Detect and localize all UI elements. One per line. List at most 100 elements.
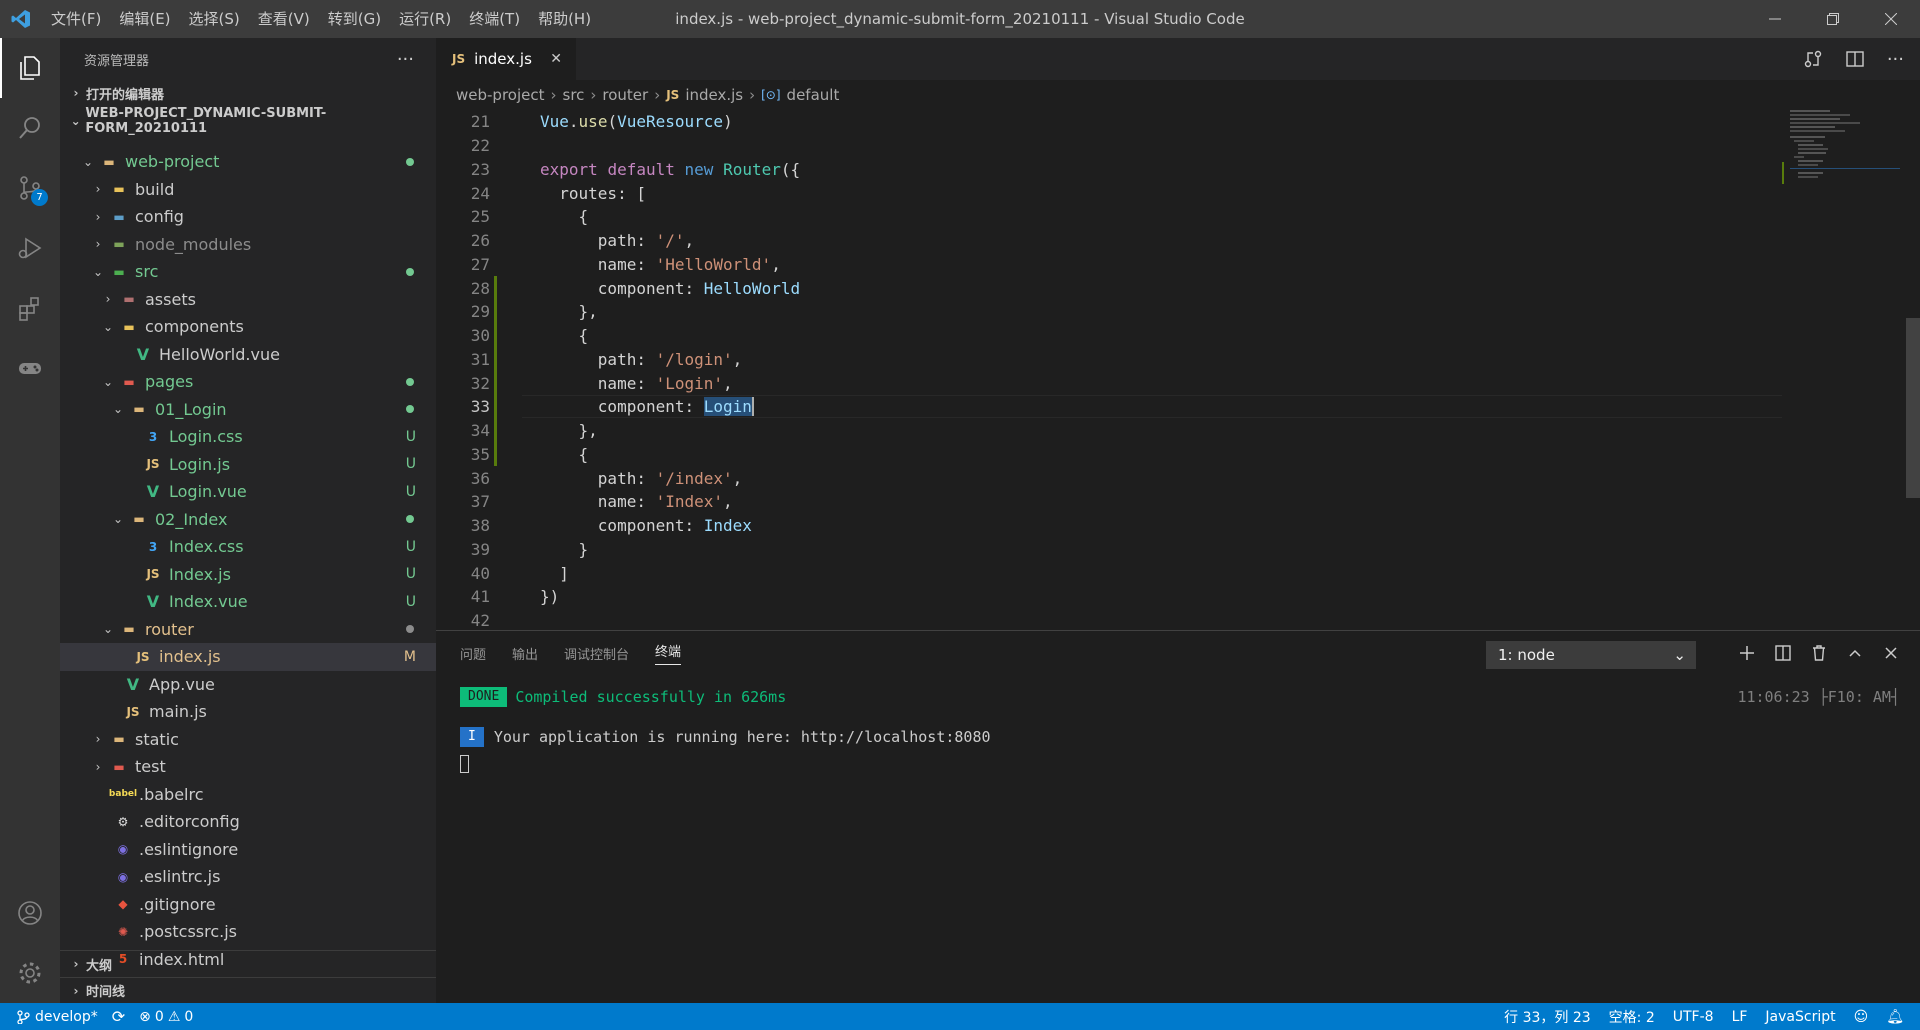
tree-item-build[interactable]: › ▬ build [60,176,436,204]
end-of-line[interactable]: LF [1732,1009,1748,1025]
terminal-output[interactable]: DONE Compiled successfully in 626ms 11:0… [460,681,1900,775]
close-icon[interactable]: ✕ [550,51,562,67]
folder-open-icon: ▬ [133,512,145,527]
close-panel-icon[interactable] [1882,644,1900,662]
tree-item-index-js[interactable]: JS Index.js U [60,561,436,589]
tree-item-02-index[interactable]: ⌄ ▬ 02_Index [60,506,436,534]
timeline-section[interactable]: › 时间线 [60,977,436,1003]
tree-item-pages[interactable]: ⌄ ▬ pages [60,368,436,396]
restore-button[interactable] [1804,0,1862,38]
breadcrumb-item[interactable]: router [602,86,648,104]
line-number: 30 [470,326,490,346]
tab-index-js[interactable]: JS index.js ✕ [436,38,576,80]
project-section[interactable]: ⌄ WEB-PROJECT_DYNAMIC-SUBMIT-FORM_202101… [60,106,436,136]
scrollbar-thumb[interactable] [1906,318,1920,498]
editor-scrollbar[interactable] [1906,110,1920,630]
breadcrumb-item[interactable]: src [563,86,585,104]
tree-item-login-css[interactable]: 3 Login.css U [60,423,436,451]
menu-run[interactable]: 运行(R) [390,0,460,38]
tree-item-editorconfig[interactable]: ⚙ .editorconfig [60,808,436,836]
menu-edit[interactable]: 编辑(E) [110,0,179,38]
remote-game-button[interactable] [0,338,60,398]
tree-item-main-js[interactable]: JS main.js [60,698,436,726]
explorer-button[interactable] [0,38,60,98]
tree-item-gitignore[interactable]: ◆ .gitignore [60,891,436,919]
close-window-button[interactable] [1862,0,1920,38]
menu-help[interactable]: 帮助(H) [529,0,600,38]
untracked-badge: U [405,456,416,473]
breadcrumb-item[interactable]: index.js [685,86,743,104]
encoding[interactable]: UTF-8 [1673,1009,1714,1025]
tab-debug-console[interactable]: 调试控制台 [564,644,629,663]
open-changes-icon[interactable] [1803,49,1823,69]
code-text: path: '/login', [540,349,743,369]
trash-icon[interactable] [1810,644,1828,662]
open-editors-section[interactable]: › 打开的编辑器 [60,80,436,106]
tree-item-static[interactable]: › ▬ static [60,726,436,754]
tree-item-login-js[interactable]: JS Login.js U [60,451,436,479]
minimize-button[interactable] [1746,0,1804,38]
tab-output[interactable]: 输出 [512,644,538,663]
outline-section[interactable]: › 大纲 [60,951,436,977]
language-mode[interactable]: JavaScript [1765,1009,1835,1025]
tree-item-app-vue[interactable]: V App.vue [60,671,436,699]
tree-item-helloworld-vue[interactable]: V HelloWorld.vue [60,341,436,369]
more-actions-icon[interactable]: ··· [1887,49,1904,70]
tree-item-login-vue[interactable]: V Login.vue U [60,478,436,506]
tree-item-babelrc[interactable]: babel .babelrc [60,781,436,809]
chevron-right-icon: › [73,86,79,100]
code-editor[interactable]: 21 Vue.use(VueResource) 22 23 export defau… [436,110,1920,630]
menu-selection[interactable]: 选择(S) [180,0,249,38]
more-actions-icon[interactable]: ··· [397,49,414,70]
tree-item-node-modules[interactable]: › ▬ node_modules [60,231,436,259]
tree-item-router-index-js[interactable]: JS index.js M [60,643,436,671]
tree-item-src[interactable]: ⌄ ▬ src [60,258,436,286]
tree-item-eslintrc-js[interactable]: ◉ .eslintrc.js [60,863,436,891]
code-line: 23 export default new Router({ [436,158,1920,182]
breadcrumb-item[interactable]: default [787,86,840,104]
search-button[interactable] [0,98,60,158]
extensions-button[interactable] [0,278,60,338]
new-terminal-icon[interactable] [1738,644,1756,662]
tree-item-router[interactable]: ⌄ ▬ router [60,616,436,644]
tree-item-01-login[interactable]: ⌄ ▬ 01_Login [60,396,436,424]
tree-item-assets[interactable]: › ▬ assets [60,286,436,314]
tree-item-test[interactable]: › ▬ test [60,753,436,781]
sync-icon[interactable]: ⟳ [112,1007,125,1026]
menu-file[interactable]: 文件(F) [42,0,110,38]
feedback-icon[interactable]: ☺ [1854,1009,1869,1025]
breadcrumb-item[interactable]: web-project [456,86,545,104]
accounts-button[interactable] [0,883,60,943]
folder-open-icon: ▬ [103,154,115,169]
tree-item-postcssrc-js[interactable]: ✺ .postcssrc.js [60,918,436,946]
tree-item-web-project[interactable]: ⌄ ▬ web-project [60,148,436,176]
tree-item-eslintignore[interactable]: ◉ .eslintignore [60,836,436,864]
terminal-select[interactable]: 1: node ⌄ [1486,641,1696,669]
tree-item-config[interactable]: › ▬ config [60,203,436,231]
menu-go[interactable]: 转到(G) [319,0,390,38]
source-control-button[interactable]: 7 [0,158,60,218]
folder-src-icon: ▬ [113,264,125,279]
run-debug-button[interactable] [0,218,60,278]
tree-item-index-css[interactable]: 3 Index.css U [60,533,436,561]
tab-problems[interactable]: 问题 [460,644,486,663]
cursor-position[interactable]: 行 33，列 23 [1504,1007,1591,1027]
tree-item-components[interactable]: ⌄ ▬ components [60,313,436,341]
menu-view[interactable]: 查看(V) [249,0,319,38]
minimap[interactable] [1782,110,1906,230]
code-line: 40 ] [436,561,1920,585]
notifications-bell-icon[interactable]: 🔔︎ [1886,1009,1904,1025]
branch-status[interactable]: develop* [16,1009,98,1025]
split-terminal-icon[interactable] [1774,644,1792,662]
indentation[interactable]: 空格: 2 [1609,1007,1655,1027]
problems-status[interactable]: ⊗ 0 ⚠ 0 [139,1009,193,1025]
tab-terminal[interactable]: 终端 [655,641,682,665]
code-text: Vue.use(VueResource) [540,112,733,132]
menu-terminal[interactable]: 终端(T) [460,0,529,38]
split-editor-icon[interactable] [1845,49,1865,69]
tree-item-index-vue[interactable]: V Index.vue U [60,588,436,616]
maximize-panel-icon[interactable] [1846,644,1864,662]
code-text: { [540,207,589,227]
manage-button[interactable] [0,943,60,1003]
panel-tabs: 问题 输出 调试控制台 终端 [436,631,1920,675]
